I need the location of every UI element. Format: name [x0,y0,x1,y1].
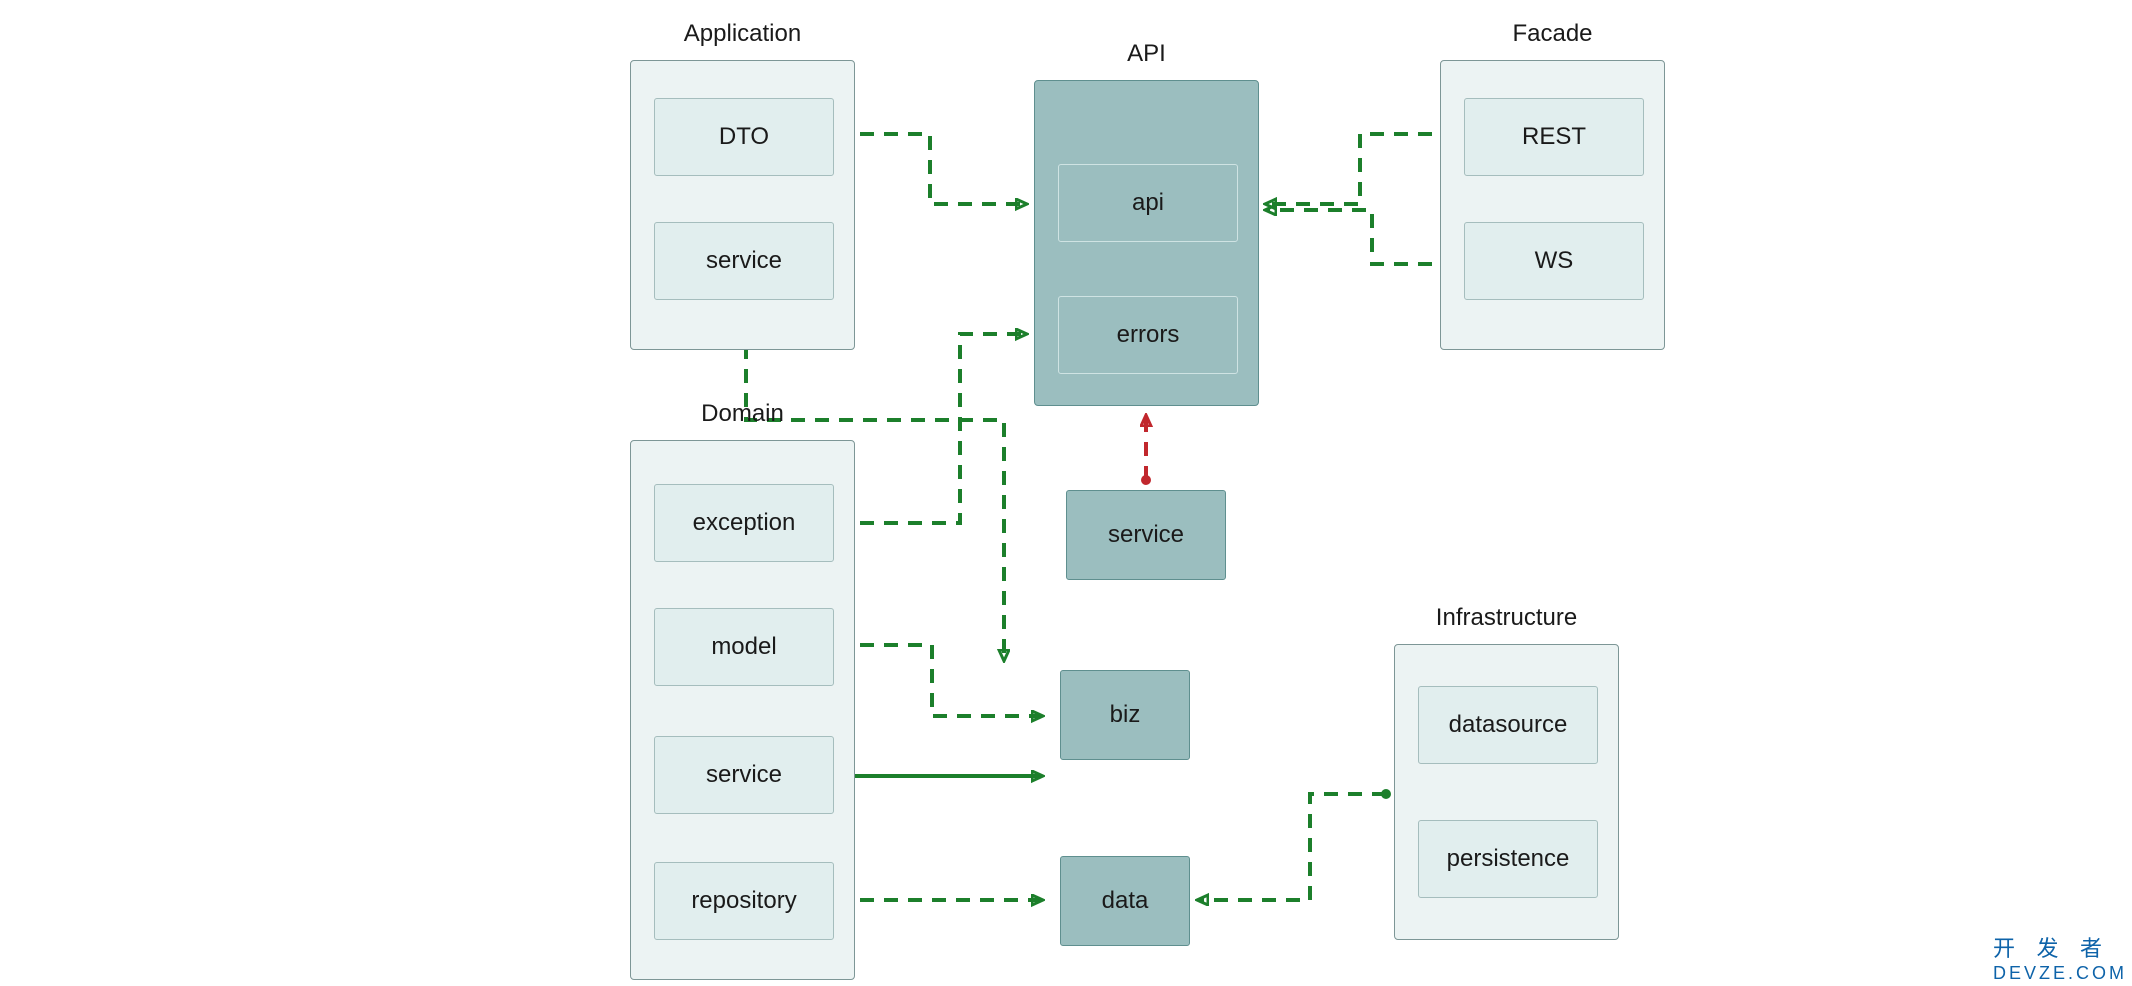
watermark-line1: 开 发 者 [1993,931,2127,963]
module-domain-service: service [654,736,834,814]
edge-dto-to-api [836,134,1026,204]
module-persistence: persistence [1418,820,1598,898]
module-datasource: datasource [1418,686,1598,764]
module-exception: exception [654,484,834,562]
module-ws: WS [1464,222,1644,300]
group-title-api: API [1034,40,1259,68]
module-data: data [1060,856,1190,946]
module-model: model [654,608,834,686]
watermark-line2: DEVZE.COM [1993,963,2127,984]
module-app-service: service [654,222,834,300]
module-service-standalone: service [1066,490,1226,580]
module-repository: repository [654,862,834,940]
group-title-application: Application [630,20,855,48]
module-dto: DTO [654,98,834,176]
module-api: api [1058,164,1238,242]
module-errors: errors [1058,296,1238,374]
edge-model-to-biz [836,645,1042,716]
module-biz: biz [1060,670,1190,760]
edge-rest-to-api [1266,134,1456,204]
edge-ws-to-api [1266,210,1456,264]
architecture-diagram: Application DTO service API api errors F… [0,0,2132,986]
watermark: 开 发 者 DEVZE.COM [1993,931,2127,984]
edge-infra-to-data [1198,794,1386,900]
group-title-domain: Domain [630,400,855,428]
module-rest: REST [1464,98,1644,176]
group-title-facade: Facade [1440,20,1665,48]
edge-exception-to-errors [836,334,1026,523]
group-title-infrastructure: Infrastructure [1394,604,1619,632]
